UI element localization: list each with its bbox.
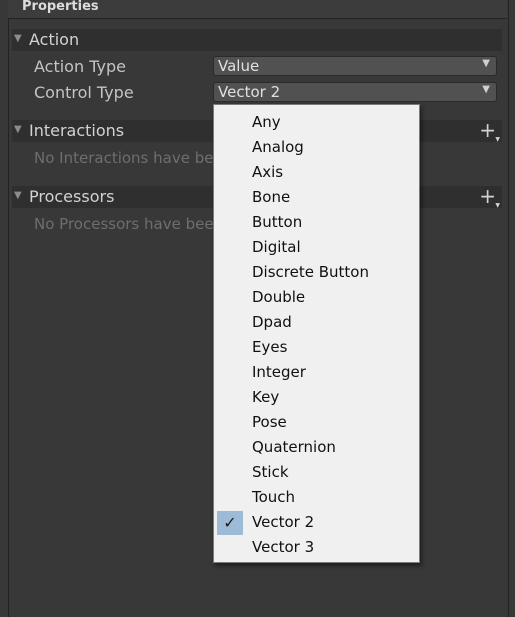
menu-item-eyes[interactable]: Eyes [215, 336, 418, 360]
menu-item-touch[interactable]: Touch [215, 486, 418, 510]
menu-item-label: Pose [252, 413, 287, 431]
menu-item-any[interactable]: Any [215, 111, 418, 135]
menu-item-label: Integer [252, 363, 306, 381]
interactions-section-title: Interactions [29, 121, 125, 140]
action-type-label: Action Type [34, 57, 126, 76]
control-type-value: Vector 2 [218, 83, 281, 101]
menu-item-label: Vector 2 [252, 513, 315, 531]
control-type-dropdown[interactable]: Vector 2 ▼ [213, 82, 497, 102]
menu-item-label: Button [252, 213, 303, 231]
menu-item-pose[interactable]: Pose [215, 411, 418, 435]
action-type-value: Value [218, 57, 260, 75]
menu-item-label: Digital [252, 238, 301, 256]
control-type-label: Control Type [34, 83, 134, 102]
menu-item-analog[interactable]: Analog [215, 136, 418, 160]
chevron-down-icon: ▼ [482, 84, 490, 95]
menu-item-label: Discrete Button [252, 263, 369, 281]
menu-item-label: Quaternion [252, 438, 336, 456]
processors-section-title: Processors [29, 187, 115, 206]
panel-title: Properties [22, 0, 99, 14]
menu-item-label: Key [252, 388, 280, 406]
checkmark-icon: ✓ [217, 511, 243, 535]
action-section-header[interactable]: ▼ Action [12, 29, 502, 51]
panel-header: Properties [8, 0, 507, 19]
menu-item-vector-3[interactable]: Vector 3 [215, 536, 418, 560]
menu-item-label: Double [252, 288, 306, 306]
add-interaction-plus-icon[interactable]: + ▼ [479, 119, 500, 143]
menu-item-digital[interactable]: Digital [215, 236, 418, 260]
interactions-empty-text: No Interactions have be [34, 149, 214, 167]
menu-item-label: Dpad [252, 313, 292, 331]
menu-item-vector-2[interactable]: ✓ Vector 2 [215, 511, 418, 535]
menu-item-label: Touch [252, 488, 296, 506]
menu-item-label: Bone [252, 188, 291, 206]
menu-item-bone[interactable]: Bone [215, 186, 418, 210]
menu-item-double[interactable]: Double [215, 286, 418, 310]
add-processor-plus-icon[interactable]: + ▼ [479, 185, 500, 209]
chevron-down-icon: ▼ [482, 58, 490, 69]
triangle-down-icon[interactable]: ▼ [14, 190, 22, 201]
triangle-down-icon[interactable]: ▼ [14, 124, 22, 135]
processors-empty-text: No Processors have bee [34, 215, 214, 233]
action-section-title: Action [29, 30, 80, 49]
menu-item-discrete-button[interactable]: Discrete Button [215, 261, 418, 285]
menu-item-label: Any [252, 113, 281, 131]
control-type-menu: Any Analog Axis Bone Button Digital Disc… [213, 104, 420, 563]
menu-item-label: Eyes [252, 338, 288, 356]
triangle-down-icon[interactable]: ▼ [14, 33, 22, 44]
menu-item-button[interactable]: Button [215, 211, 418, 235]
menu-item-label: Stick [252, 463, 289, 481]
menu-item-label: Analog [252, 138, 304, 156]
menu-item-label: Vector 3 [252, 538, 315, 556]
menu-item-axis[interactable]: Axis [215, 161, 418, 185]
menu-item-integer[interactable]: Integer [215, 361, 418, 385]
menu-item-stick[interactable]: Stick [215, 461, 418, 485]
menu-item-quaternion[interactable]: Quaternion [215, 436, 418, 460]
menu-item-dpad[interactable]: Dpad [215, 311, 418, 335]
menu-item-key[interactable]: Key [215, 386, 418, 410]
action-type-dropdown[interactable]: Value ▼ [213, 56, 497, 76]
menu-item-label: Axis [252, 163, 284, 181]
